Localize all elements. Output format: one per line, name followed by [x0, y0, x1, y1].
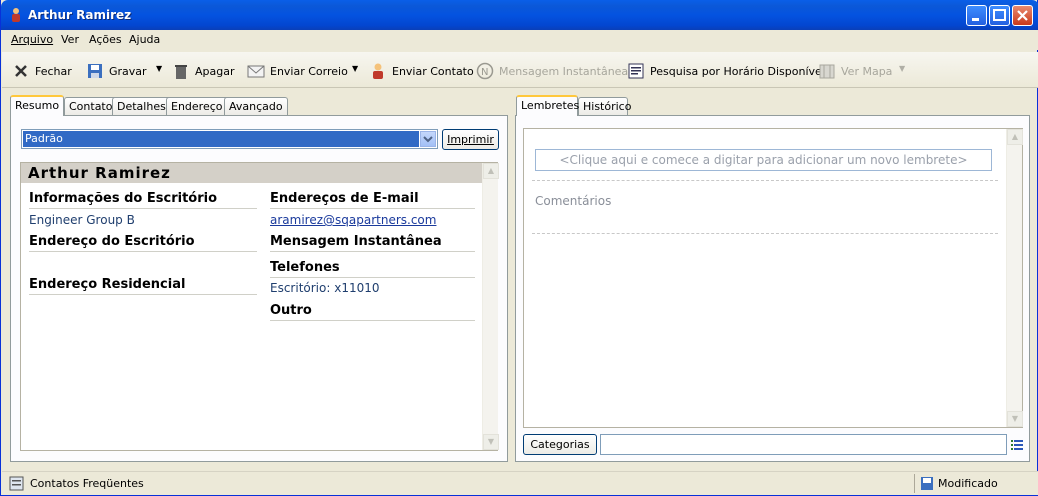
- title-bar[interactable]: Arthur Ramirez: [1, 0, 1038, 30]
- im-heading: Mensagem Instantânea: [270, 234, 475, 252]
- tab-detalhes[interactable]: Detalhes: [112, 97, 174, 115]
- reminders-area: <Clique aqui e comece a digitar para adi…: [523, 128, 1023, 428]
- tab-endereco[interactable]: Endereço: [166, 97, 230, 115]
- close-x-icon: [15, 65, 27, 77]
- left-tab-strip: Resumo Contato Detalhes Endereço Avançad…: [10, 95, 510, 116]
- status-right-text: Modificado: [938, 477, 998, 490]
- window-title: Arthur Ramirez: [28, 8, 132, 22]
- scroll-up-icon[interactable]: ▲: [1007, 129, 1023, 145]
- mensagem-label: Mensagem Instantânea: [499, 64, 629, 78]
- chevron-down-icon[interactable]: [420, 131, 436, 147]
- contact-icon: [12, 8, 20, 22]
- comments-label[interactable]: Comentários: [535, 194, 611, 208]
- card-scrollbar[interactable]: ▲ ▼: [482, 163, 499, 450]
- gravar-button[interactable]: Gravar: [86, 61, 147, 81]
- gravar-label: Gravar: [109, 64, 147, 78]
- calendar-icon: [628, 63, 644, 79]
- pesquisa-button[interactable]: Pesquisa por Horário Disponível: [627, 61, 825, 81]
- close-button[interactable]: [1012, 5, 1033, 26]
- status-divider: [914, 474, 915, 493]
- ver-mapa-label: Ver Mapa: [841, 64, 893, 78]
- other-heading: Outro: [270, 303, 475, 321]
- maximize-icon: [993, 9, 1006, 21]
- tab-lembretes[interactable]: Lembretes: [516, 95, 579, 116]
- emails-heading: Endereços de E-mail: [270, 191, 475, 209]
- lembretes-panel: <Clique aqui e comece a digitar para adi…: [515, 115, 1030, 462]
- menu-ajuda[interactable]: Ajuda: [129, 33, 160, 46]
- ver-mapa-dropdown-icon[interactable]: ▼: [899, 64, 905, 73]
- home-address-heading: Endereço Residencial: [29, 277, 257, 295]
- apagar-label: Apagar: [195, 64, 235, 78]
- scroll-up-icon[interactable]: ▲: [483, 163, 499, 179]
- menu-arquivo[interactable]: Arquivo: [11, 33, 53, 46]
- menu-bar: Arquivo Ver Ações Ajuda: [2, 30, 1038, 50]
- divider: [532, 233, 998, 234]
- enviar-contato-button[interactable]: Enviar Contato: [369, 61, 474, 81]
- menu-acoes[interactable]: Ações: [89, 33, 122, 46]
- menu-ver[interactable]: Ver: [61, 33, 79, 46]
- envelope-icon: [247, 65, 265, 78]
- enviar-correio-label: Enviar Correio: [270, 64, 348, 78]
- gravar-dropdown-icon[interactable]: ▼: [156, 64, 162, 73]
- status-left-text: Contatos Freqüentes: [30, 477, 144, 490]
- trash-icon: [175, 65, 187, 79]
- maximize-button[interactable]: [989, 5, 1010, 26]
- minimize-button[interactable]: [966, 5, 987, 26]
- close-icon: [1017, 10, 1028, 21]
- scroll-down-icon[interactable]: ▼: [1007, 411, 1023, 427]
- company-value: Engineer Group B: [29, 213, 135, 227]
- status-bar: Contatos Freqüentes Modificado: [2, 471, 1038, 495]
- tab-avancado[interactable]: Avançado: [224, 97, 288, 115]
- apagar-button[interactable]: Apagar: [172, 61, 235, 81]
- scroll-down-icon[interactable]: ▼: [483, 434, 499, 450]
- format-select[interactable]: Padrão: [21, 129, 438, 149]
- list-icon[interactable]: [1011, 439, 1023, 450]
- email-link[interactable]: aramirez@sqapartners.com: [270, 213, 436, 227]
- office-address-heading: Endereço do Escritório: [29, 234, 257, 252]
- save-icon: [88, 64, 102, 78]
- im-icon: N: [476, 62, 494, 80]
- fechar-label: Fechar: [35, 64, 72, 78]
- mensagem-instantanea-button[interactable]: N Mensagem Instantânea: [476, 61, 628, 81]
- reminder-input[interactable]: <Clique aqui e comece a digitar para adi…: [535, 149, 992, 171]
- ver-mapa-button[interactable]: Ver Mapa: [818, 61, 892, 81]
- divider: [532, 180, 998, 181]
- office-info-heading: Informações do Escritório: [29, 191, 257, 209]
- toolbar: Fechar Gravar ▼ Apagar Enviar Correio ▼ …: [2, 52, 1038, 88]
- main-window: Arthur Ramirez Arquivo Ver Ações Ajuda F…: [0, 0, 1038, 496]
- reminders-scrollbar[interactable]: ▲ ▼: [1006, 129, 1023, 427]
- save-status-icon: [921, 477, 933, 490]
- right-tab-strip: Lembretes Histórico: [516, 95, 816, 116]
- categories-field[interactable]: [600, 434, 1007, 455]
- phone-value: Escritório: x11010: [270, 281, 380, 295]
- enviar-correio-button[interactable]: Enviar Correio: [247, 61, 348, 81]
- map-icon: [819, 64, 835, 79]
- fechar-button[interactable]: Fechar: [12, 61, 72, 81]
- enviar-correio-dropdown-icon[interactable]: ▼: [352, 64, 358, 73]
- contact-card-icon: [373, 63, 383, 79]
- tab-resumo[interactable]: Resumo: [10, 95, 64, 116]
- svg-text:N: N: [481, 67, 488, 78]
- categorias-button[interactable]: Categorias: [523, 434, 597, 455]
- tab-historico[interactable]: Histórico: [578, 97, 631, 115]
- pesquisa-label: Pesquisa por Horário Disponível: [650, 64, 825, 78]
- phones-heading: Telefones: [270, 260, 475, 278]
- contacts-list-icon: [9, 476, 24, 491]
- enviar-contato-label: Enviar Contato: [392, 64, 474, 78]
- minimize-icon: [972, 18, 979, 21]
- imprimir-button[interactable]: Imprimir: [442, 129, 499, 150]
- resumo-panel: Padrão Imprimir Arthur Ramirez Informaçõ…: [10, 115, 508, 462]
- contact-card: Arthur Ramirez Informações do Escritório…: [20, 162, 499, 451]
- format-select-value: Padrão: [23, 131, 419, 147]
- card-name: Arthur Ramirez: [21, 163, 482, 183]
